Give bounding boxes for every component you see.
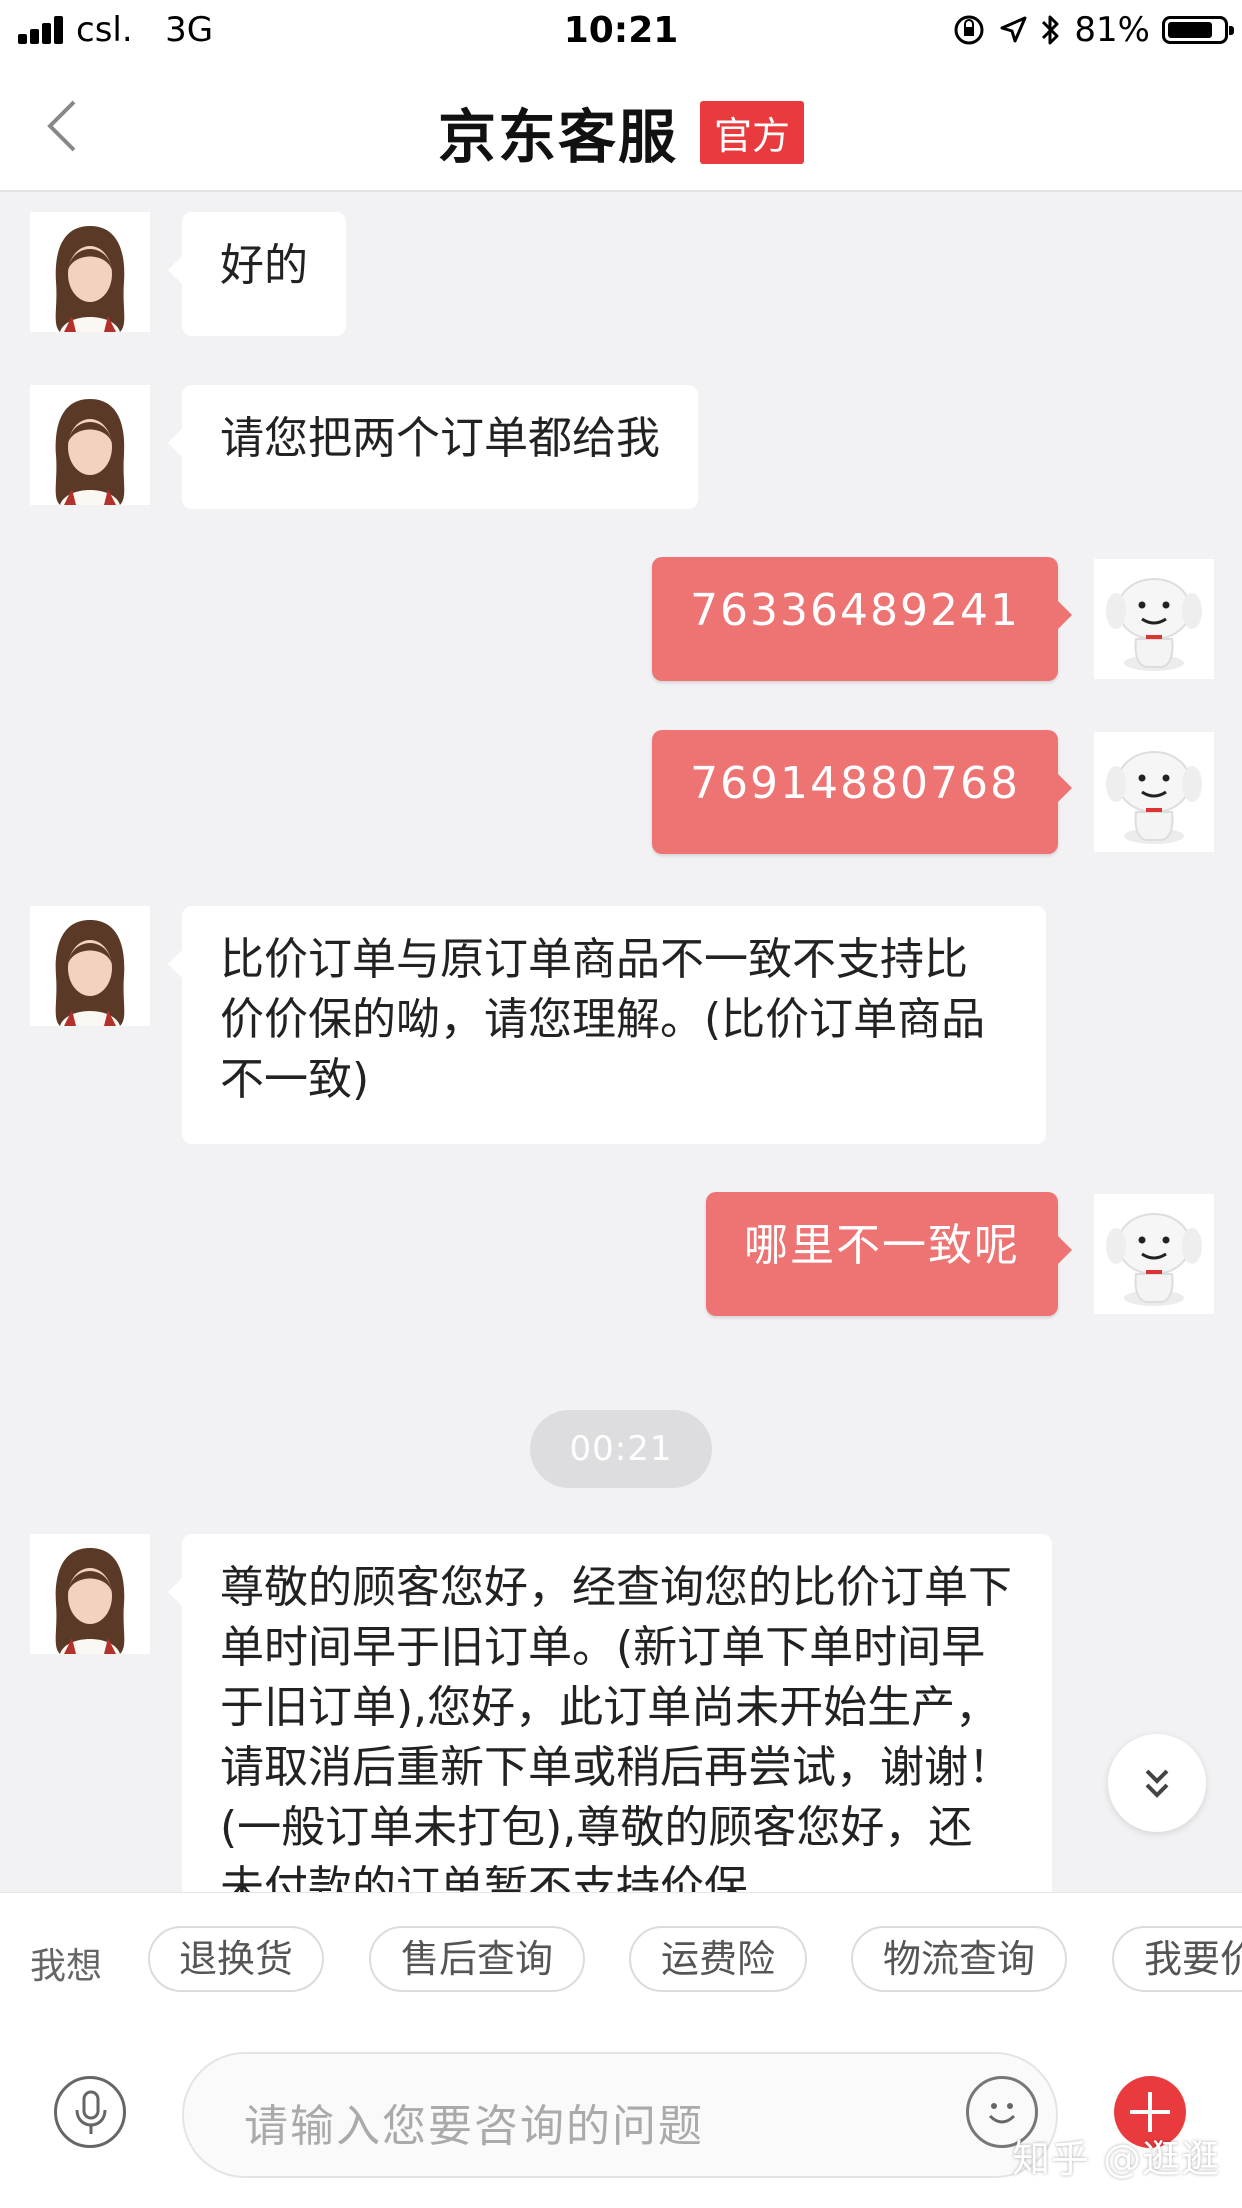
message-bubble-user[interactable]: 76914880768 <box>652 730 1072 854</box>
voice-button[interactable] <box>54 2076 126 2148</box>
message-input[interactable]: 请输入您要咨询的问题 <box>182 2052 1058 2178</box>
page-title: 京东客服 <box>437 103 678 171</box>
message-bubble-user[interactable]: 哪里不一致呢 <box>706 1192 1072 1316</box>
message-bubble-agent[interactable]: 请您把两个订单都给我 <box>168 385 698 509</box>
status-bar: csl. 3G 10:21 81% <box>0 0 1242 64</box>
user-avatar[interactable] <box>1094 1194 1214 1314</box>
agent-avatar[interactable] <box>30 906 150 1026</box>
message-bubble-agent[interactable]: 好的 <box>168 212 346 336</box>
quick-prefix-label: 我想 <box>30 1946 103 1987</box>
orientation-lock-icon <box>954 15 984 45</box>
official-badge: 官方 <box>700 100 805 164</box>
bluetooth-icon <box>1042 15 1059 45</box>
scroll-to-bottom-button[interactable] <box>1108 1734 1206 1832</box>
double-chevron-down-icon <box>1145 1769 1169 1798</box>
timestamp-pill: 00:21 <box>530 1410 712 1488</box>
quick-chip-return[interactable]: 退换货 <box>148 1926 324 1992</box>
agent-avatar[interactable] <box>30 385 150 505</box>
chat-area[interactable]: 好的 请您把两个订单都给我 76336489241 76914880768 比价… <box>0 192 1242 1892</box>
user-avatar[interactable] <box>1094 559 1214 679</box>
agent-avatar[interactable] <box>30 1534 150 1654</box>
watermark: 知乎 @逛逛 <box>1012 2137 1221 2181</box>
quick-chip-logistics[interactable]: 物流查询 <box>851 1926 1067 1992</box>
quick-chip-price-protect[interactable]: 我要价保 <box>1112 1926 1242 1992</box>
input-placeholder: 请输入您要咨询的问题 <box>244 2101 704 2152</box>
agent-avatar[interactable] <box>30 212 150 332</box>
microphone-icon <box>75 2090 107 2134</box>
battery-fill <box>1168 22 1212 38</box>
battery-icon <box>1162 16 1234 44</box>
status-right: 81% <box>952 8 1234 52</box>
message-bubble-user[interactable]: 76336489241 <box>652 557 1072 681</box>
quick-chip-aftersale[interactable]: 售后查询 <box>369 1926 585 1992</box>
quick-reply-bar: 我想 退换货 售后查询 运费险 物流查询 我要价保 <box>0 1892 1242 2024</box>
nav-bar: 京东客服 官方 <box>0 64 1242 192</box>
location-arrow-icon <box>1000 16 1027 43</box>
battery-percent: 81% <box>1074 10 1150 50</box>
message-bubble-agent[interactable]: 尊敬的顾客您好，经查询您的比价订单下单时间早于旧订单。(新订单下单时间早于旧订单… <box>168 1534 1052 1892</box>
message-bubble-agent[interactable]: 比价订单与原订单商品不一致不支持比价价保的呦，请您理解。(比价订单商品不一致) <box>168 906 1046 1144</box>
title-group: 京东客服 官方 <box>0 90 1242 174</box>
user-avatar[interactable] <box>1094 732 1214 852</box>
quick-chip-shipping-insurance[interactable]: 运费险 <box>629 1926 807 1992</box>
